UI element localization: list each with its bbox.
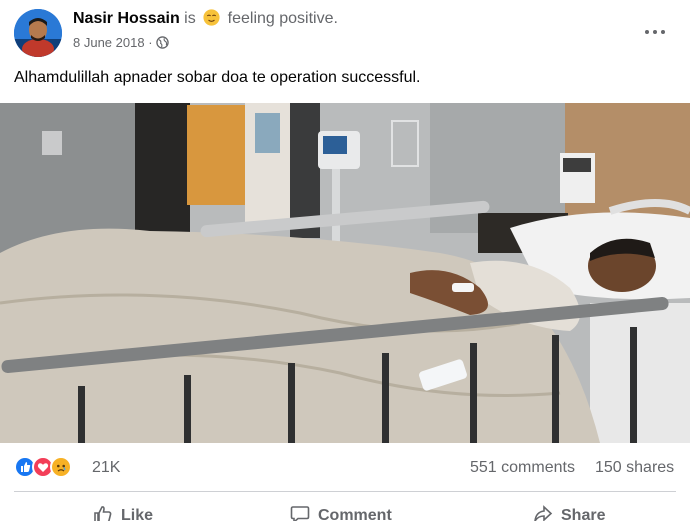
more-options-icon[interactable] [643, 24, 667, 40]
post-meta: 8 June 2018 · [73, 35, 169, 50]
thumbs-up-icon [94, 506, 112, 521]
post-photo[interactable] [0, 103, 690, 443]
post-header: Nasir Hossain is feeling positive. 8 Jun… [0, 0, 690, 64]
post-stats: 21K 551 comments 150 shares [0, 446, 690, 492]
comments-count[interactable]: 551 comments [470, 459, 575, 477]
share-button[interactable]: Share [533, 505, 605, 521]
reaction-count[interactable]: 21K [92, 459, 120, 477]
relieved-face-emoji-icon [203, 9, 220, 26]
post-date[interactable]: 8 June 2018 [73, 35, 145, 50]
speech-bubble-icon [290, 506, 310, 521]
shares-count[interactable]: 150 shares [595, 459, 674, 477]
meta-separator: · [148, 35, 153, 50]
like-button[interactable]: Like [93, 505, 153, 521]
comment-button[interactable]: Comment [290, 505, 392, 521]
comment-label: Comment [318, 507, 392, 521]
globe-icon [156, 36, 169, 49]
action-bar: Like Comment Share [0, 495, 690, 521]
is-word: is [184, 10, 196, 27]
sad-reaction-icon [50, 456, 72, 478]
author-line: Nasir Hossain is feeling positive. [73, 9, 338, 28]
author-avatar[interactable] [14, 9, 62, 57]
divider [14, 491, 676, 492]
author-name[interactable]: Nasir Hossain [73, 10, 180, 27]
share-arrow-icon [534, 505, 553, 521]
post-text: Alhamdulillah apnader sobar doa te opera… [14, 69, 421, 86]
share-label: Share [561, 507, 606, 521]
like-label: Like [121, 507, 154, 521]
feeling-text[interactable]: feeling positive. [228, 10, 338, 27]
